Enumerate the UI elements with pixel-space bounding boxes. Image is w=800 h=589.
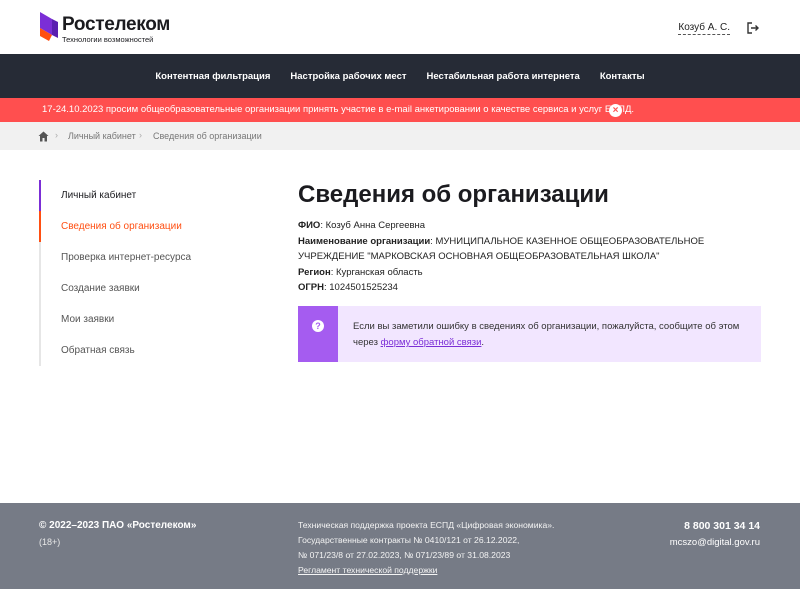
sidebar-item-my-requests[interactable]: Мои заявки: [39, 304, 259, 335]
support-phone[interactable]: 8 800 301 34 14: [684, 520, 760, 532]
page-title: Сведения об организации: [298, 181, 609, 208]
logo-name: Ростелеком: [62, 14, 171, 35]
support-line-3: № 071/23/8 от 27.02.2023, № 071/23/89 от…: [298, 550, 511, 560]
error-report-notice: ? Если вы заметили ошибку в сведениях об…: [298, 306, 761, 362]
user-name-link[interactable]: Козуб А. С.: [678, 22, 730, 35]
alert-close-icon[interactable]: ×: [609, 104, 622, 117]
region-label: Регион: [298, 266, 331, 278]
breadcrumb: › Личный кабинет › Сведения об организац…: [0, 122, 800, 150]
feedback-form-link[interactable]: форму обратной связи: [381, 337, 482, 348]
alert-text: 17-24.10.2023 просим общеобразовательные…: [42, 104, 635, 115]
fio-label: ФИО: [298, 220, 321, 231]
notice-text-after: .: [481, 337, 485, 348]
breadcrumb-current: Сведения об организации: [153, 131, 262, 141]
support-line-1: Техническая поддержка проекта ЕСПД «Цифр…: [298, 520, 555, 530]
age-rating: (18+): [39, 537, 61, 547]
org-name-row: Наименование организации: МУНИЦИПАЛЬНОЕ …: [298, 234, 768, 265]
sidebar-item-organization-info[interactable]: Сведения об организации: [39, 211, 259, 242]
notice-accent-bar: ?: [298, 306, 338, 362]
sidebar-item-personal-cabinet[interactable]: Личный кабинет: [39, 180, 259, 211]
nav-content-filtering[interactable]: Контентная фильтрация: [145, 71, 280, 82]
main-navigation: Контентная фильтрация Настройка рабочих …: [0, 54, 800, 98]
nav-workstation-setup[interactable]: Настройка рабочих мест: [280, 71, 416, 82]
support-regulations-link[interactable]: Регламент технической поддержки: [298, 563, 554, 578]
breadcrumb-personal-cabinet[interactable]: Личный кабинет: [68, 131, 136, 141]
logo-mark-icon: [40, 12, 58, 41]
nav-unstable-internet[interactable]: Нестабильная работа интернета: [417, 71, 590, 82]
region-row: Регион: Курганская область: [298, 265, 768, 281]
nav-contacts[interactable]: Контакты: [590, 71, 655, 82]
support-email[interactable]: mcszo@digital.gov.ru: [670, 537, 760, 548]
support-line-2: Государственные контракты № 0410/121 от …: [298, 535, 520, 545]
question-icon: ?: [312, 320, 324, 332]
copyright: © 2022–2023 ПАО «Ростелеком»: [39, 520, 197, 531]
breadcrumb-separator: ›: [55, 130, 58, 140]
ogrn-label: ОГРН: [298, 282, 324, 293]
fio-row: ФИО: Козуб Анна Сергеевна: [298, 218, 768, 234]
header: Ростелеком Технологии возможностей Козуб…: [0, 0, 800, 54]
home-icon[interactable]: [38, 131, 49, 142]
org-name-label: Наименование организации: [298, 235, 431, 247]
organization-info: ФИО: Козуб Анна Сергеевна Наименование о…: [298, 218, 768, 296]
sidebar-menu: Личный кабинет Сведения об организации П…: [39, 180, 259, 366]
sidebar-item-feedback[interactable]: Обратная связь: [39, 335, 259, 366]
rostelecom-logo[interactable]: Ростелеком Технологии возможностей: [38, 10, 178, 46]
sidebar-item-create-request[interactable]: Создание заявки: [39, 273, 259, 304]
logo-tagline: Технологии возможностей: [62, 35, 154, 44]
notice-text: Если вы заметили ошибку в сведениях об о…: [353, 319, 753, 351]
logout-icon[interactable]: [746, 21, 760, 35]
breadcrumb-separator: ›: [139, 130, 142, 140]
sidebar-item-resource-check[interactable]: Проверка интернет-ресурса: [39, 242, 259, 273]
ogrn-row: ОГРН: 1024501525234: [298, 280, 768, 296]
alert-banner: 17-24.10.2023 просим общеобразовательные…: [0, 98, 800, 122]
fio-value: : Козуб Анна Сергеевна: [320, 220, 426, 231]
support-info: Техническая поддержка проекта ЕСПД «Цифр…: [298, 518, 554, 578]
footer: © 2022–2023 ПАО «Ростелеком» (18+) Техни…: [0, 503, 800, 589]
ogrn-value: : 1024501525234: [323, 282, 398, 293]
region-value: : Курганская область: [330, 266, 423, 278]
